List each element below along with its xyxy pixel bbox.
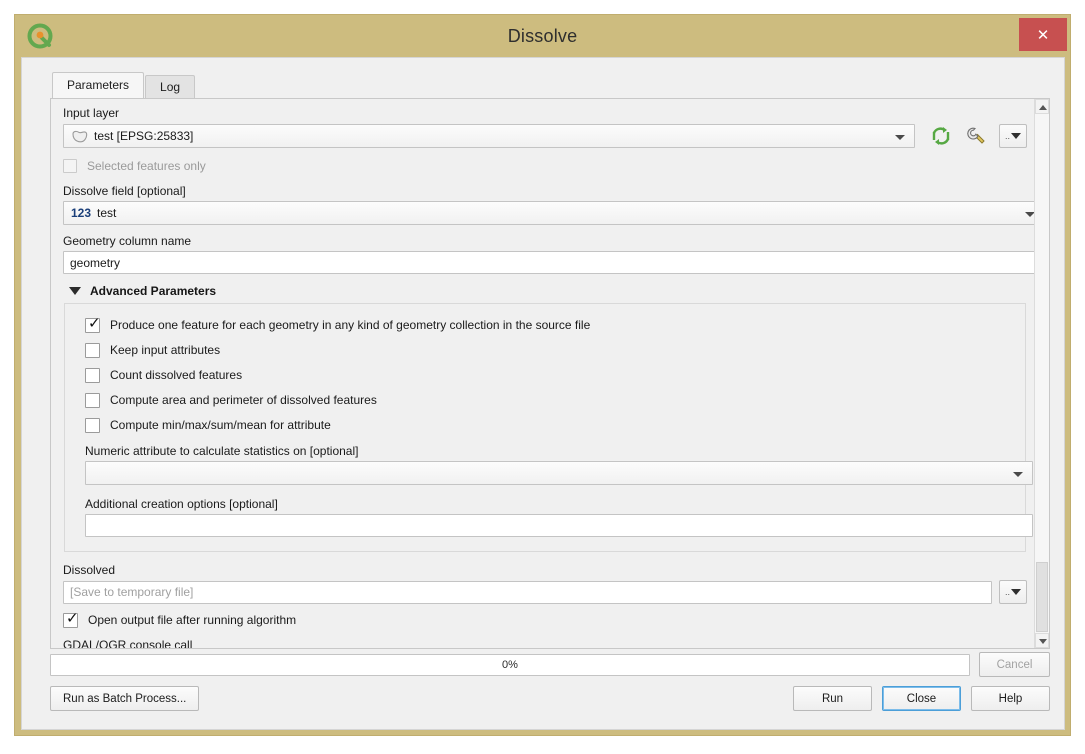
count-dissolved-features-checkbox[interactable] — [85, 367, 100, 383]
chevron-down-icon — [1013, 472, 1023, 477]
advanced-parameters-group: ✓ Produce one feature for each geometry … — [64, 303, 1033, 552]
triangle-down-icon — [69, 287, 81, 295]
save-file-dropdown-icon[interactable]: .. — [999, 580, 1027, 604]
selected-features-only-row: Selected features only — [63, 155, 1027, 177]
parameters-content: Input layer test [EPSG:25833] .. Selecte… — [51, 99, 1036, 648]
numeric-field-badge: 123 — [71, 206, 92, 220]
dissolve-field-combo[interactable]: 123 test — [63, 201, 1036, 225]
cancel-button[interactable]: Cancel — [979, 652, 1050, 677]
gdal-console-call-label: GDAL/OGR console call — [63, 638, 193, 648]
dialog-button-bar: Run as Batch Process... Run Close Help — [50, 686, 1050, 711]
input-layer-row: test [EPSG:25833] .. — [63, 123, 1027, 149]
checkbox-row: ✓ Produce one feature for each geometry … — [85, 314, 1011, 336]
geometry-column-name-label: Geometry column name — [63, 234, 192, 248]
tab-parameters[interactable]: Parameters — [52, 72, 145, 98]
scroll-up-button[interactable] — [1035, 99, 1049, 114]
open-output-checkbox[interactable]: ✓ — [63, 610, 79, 628]
checkbox-row: Compute area and perimeter of dissolved … — [85, 389, 1011, 411]
help-button[interactable]: Help — [971, 686, 1050, 711]
scrollbar-thumb[interactable] — [1036, 562, 1048, 632]
checkbox-row: Compute min/max/sum/mean for attribute — [85, 414, 1011, 436]
numeric-attribute-label: Numeric attribute to calculate statistic… — [85, 444, 359, 458]
window-titlebar: Dissolve ✕ — [15, 15, 1070, 57]
window-title: Dissolve — [507, 26, 578, 46]
progress-row: 0% Cancel — [50, 652, 1050, 677]
compute-statistics-label: Compute min/max/sum/mean for attribute — [110, 418, 331, 432]
output-row: [Save to temporary file] .. — [63, 580, 1027, 604]
compute-area-perimeter-checkbox[interactable] — [85, 392, 100, 408]
input-layer-value: test [EPSG:25833] — [94, 129, 194, 143]
produce-one-feature-label: Produce one feature for each geometry in… — [110, 318, 591, 332]
open-output-label: Open output file after running algorithm — [88, 613, 297, 627]
open-output-row: ✓ Open output file after running algorit… — [63, 609, 1027, 631]
keep-input-attributes-label: Keep input attributes — [110, 343, 221, 357]
close-window-button[interactable]: ✕ — [1019, 18, 1067, 51]
creation-options-label: Additional creation options [optional] — [85, 497, 278, 511]
dissolve-dialog-screen: Dissolve ✕ Parameters Log Input layer te… — [0, 0, 1085, 754]
run-button[interactable]: Run — [793, 686, 872, 711]
input-layer-label: Input layer — [63, 106, 120, 120]
selected-features-only-checkbox — [63, 159, 77, 173]
progress-bar: 0% — [50, 653, 970, 676]
polygon-layer-icon — [71, 130, 88, 143]
dissolve-field-value: test — [97, 206, 117, 220]
keep-input-attributes-checkbox[interactable] — [85, 342, 100, 358]
dialog-client-area: Parameters Log Input layer test [EPSG:25… — [21, 57, 1065, 730]
data-defined-override-icon[interactable]: .. — [999, 124, 1027, 148]
numeric-attribute-combo[interactable] — [85, 461, 1033, 485]
vertical-scrollbar[interactable] — [1034, 99, 1049, 648]
input-layer-combo[interactable]: test [EPSG:25833] — [63, 124, 915, 148]
run-as-batch-process-button[interactable]: Run as Batch Process... — [50, 686, 200, 711]
tab-log[interactable]: Log — [145, 75, 196, 98]
compute-statistics-checkbox[interactable] — [85, 417, 100, 433]
checkbox-row: Count dissolved features — [85, 364, 1011, 386]
output-label: Dissolved — [63, 563, 116, 577]
scroll-down-button[interactable] — [1035, 633, 1049, 648]
advanced-parameters-toggle[interactable]: Advanced Parameters — [69, 284, 1027, 298]
geometry-column-name-input[interactable]: geometry — [63, 251, 1036, 274]
compute-area-perimeter-label: Compute area and perimeter of dissolved … — [110, 393, 377, 407]
chevron-down-icon — [895, 135, 905, 140]
selected-features-only-label: Selected features only — [87, 159, 206, 173]
tab-bar: Parameters Log — [52, 72, 196, 98]
iterate-over-features-icon[interactable] — [926, 123, 956, 149]
close-button[interactable]: Close — [882, 686, 961, 711]
dropdown-dots: .. — [1005, 587, 1021, 597]
output-file-input[interactable]: [Save to temporary file] — [63, 580, 992, 604]
dissolve-window: Dissolve ✕ Parameters Log Input layer te… — [14, 14, 1071, 736]
advanced-parameters-title: Advanced Parameters — [90, 284, 217, 298]
parameters-scroll-pane: Input layer test [EPSG:25833] .. Selecte… — [50, 98, 1050, 649]
count-dissolved-features-label: Count dissolved features — [110, 368, 243, 382]
dissolve-field-label: Dissolve field [optional] — [63, 184, 186, 198]
checkbox-row: Keep input attributes — [85, 339, 1011, 361]
creation-options-input[interactable] — [85, 514, 1033, 537]
wrench-tool-icon[interactable] — [960, 123, 990, 149]
produce-one-feature-checkbox[interactable]: ✓ — [85, 315, 101, 333]
dropdown-dots: .. — [1005, 131, 1021, 141]
progress-text: 0% — [502, 658, 518, 671]
